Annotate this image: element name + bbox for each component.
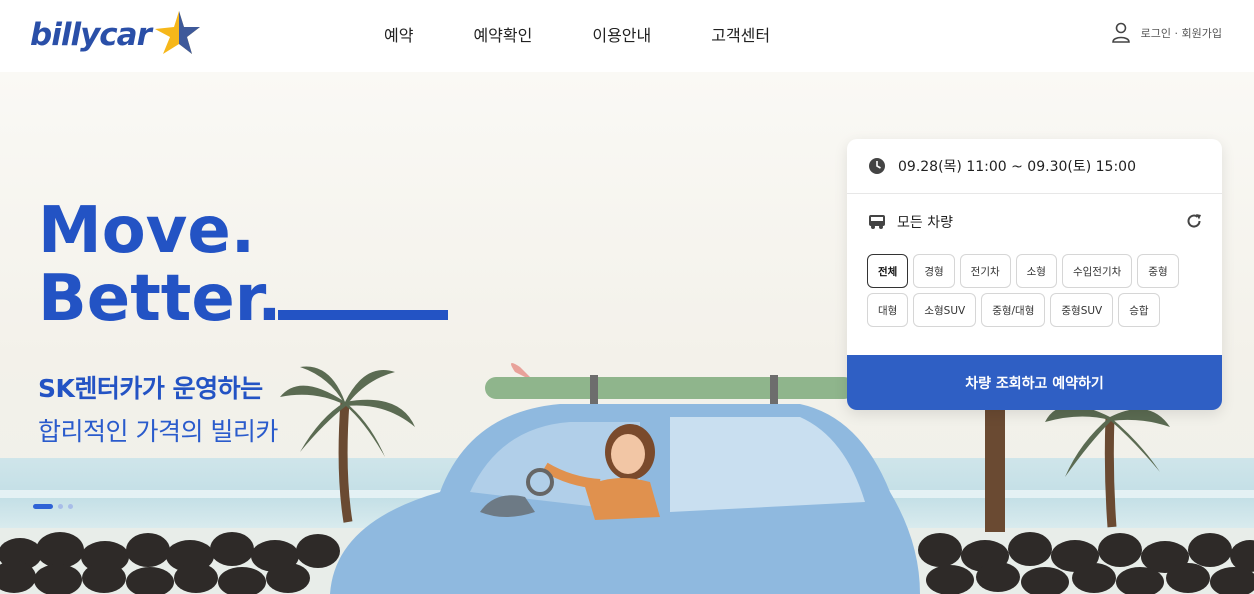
hero-subtitle: 합리적인 가격의 빌리카	[38, 417, 278, 446]
user-icon	[1111, 22, 1130, 43]
search-and-reserve-button[interactable]: 차량 조회하고 예약하기	[847, 355, 1222, 410]
chip-all[interactable]: 전체	[867, 254, 909, 288]
clock-icon	[869, 158, 885, 174]
slide-dot-2[interactable]	[58, 504, 63, 509]
chip-van[interactable]: 승합	[1118, 293, 1160, 327]
palm-tree-left	[280, 366, 415, 523]
date-range-selector[interactable]: 09.28(목) 11:00 ~ 09.30(토) 15:00	[847, 139, 1222, 194]
chip-compact[interactable]: 경형	[913, 254, 955, 288]
car-icon	[869, 215, 885, 229]
booking-card: 09.28(목) 11:00 ~ 09.30(토) 15:00 모든 차량 전체…	[847, 139, 1222, 410]
hero-headline: Move. Better.	[38, 192, 458, 332]
main-nav: 예약 예약확인 이용안내 고객센터	[384, 22, 830, 46]
car	[330, 404, 920, 594]
vehicle-filter-label: 모든 차량	[897, 215, 953, 231]
slide-dot-3[interactable]	[68, 504, 73, 509]
chip-midsize[interactable]: 중형	[1137, 254, 1179, 288]
hero-subtitle-bold: SK렌터카가 운영하는	[38, 374, 263, 403]
header: billycar 예약 예약확인 이용안내 고객센터 로그인 · 회원가입	[0, 0, 1254, 72]
vehicle-type-chips: 전체 경형 전기차 소형 수입전기차 중형 대형 소형SUV 중형/대형 중형S…	[867, 254, 1207, 327]
nav-item-usage-guide[interactable]: 이용안내	[592, 22, 651, 46]
login-signup-link[interactable]: 로그인 · 회원가입	[1111, 22, 1222, 44]
vehicle-filter-row: 모든 차량	[868, 212, 1203, 232]
palm-tree-right	[985, 402, 1170, 532]
surfboard	[485, 363, 855, 411]
headline-underline	[278, 310, 448, 320]
star-logo-icon	[154, 11, 200, 54]
chip-small[interactable]: 소형	[1015, 254, 1057, 288]
chip-import-ev[interactable]: 수입전기차	[1061, 254, 1133, 288]
nav-item-reservation-check[interactable]: 예약확인	[473, 22, 532, 46]
login-signup-text: 로그인 · 회원가입	[1140, 27, 1222, 40]
slide-dot-1[interactable]	[33, 504, 53, 509]
headline-line-1: Move.	[38, 194, 255, 268]
chip-ev[interactable]: 전기차	[959, 254, 1011, 288]
logo-text: billycar	[30, 17, 152, 53]
chip-small-suv[interactable]: 소형SUV	[913, 293, 977, 327]
headline-text-graphic: Move. Better.	[38, 194, 448, 332]
refresh-icon[interactable]	[1185, 212, 1203, 230]
logo[interactable]: billycar	[30, 10, 201, 60]
slide-indicator	[33, 504, 73, 509]
nav-item-reservation[interactable]: 예약	[384, 22, 413, 46]
chip-large[interactable]: 대형	[867, 293, 909, 327]
chip-mid-large[interactable]: 중형/대형	[981, 293, 1046, 327]
date-range-text: 09.28(목) 11:00 ~ 09.30(토) 15:00	[898, 159, 1136, 175]
headline-line-2: Better.	[38, 262, 282, 332]
chip-mid-suv[interactable]: 중형SUV	[1050, 293, 1114, 327]
nav-item-customer-center[interactable]: 고객센터	[711, 22, 770, 46]
